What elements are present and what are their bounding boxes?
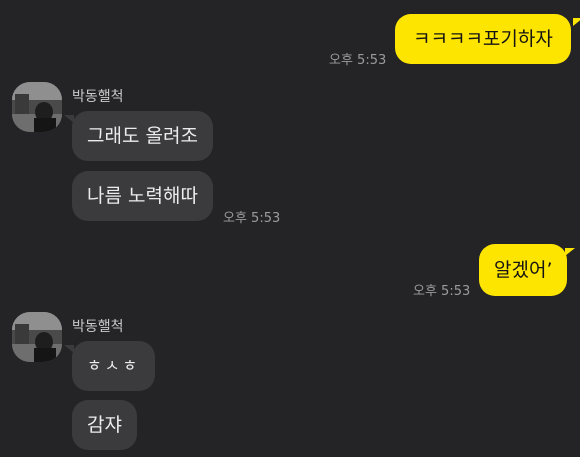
outgoing-message-bubble[interactable]: ㅋㅋㅋㅋ포기하자 [395,14,571,64]
bubble-tail [565,248,575,256]
sender-avatar[interactable] [12,82,62,132]
message-timestamp: 오후 5:53 [223,211,281,226]
sender-name: 박동핼척 [72,319,124,335]
profile-photo-icon [12,312,62,362]
incoming-message-bubble[interactable]: 그래도 올려조 [72,111,213,161]
message-text: 나름 노력해따 [87,184,198,207]
message-text: 그래도 올려조 [87,124,198,147]
sender-avatar[interactable] [12,312,62,362]
bubble-tail [573,18,580,26]
incoming-message-bubble[interactable]: 감쟈 [72,400,137,450]
message-text: 알겠어’ [494,258,553,281]
outgoing-message-bubble[interactable]: 알겠어’ [479,244,568,296]
bubble-tail [64,345,74,353]
incoming-message-bubble[interactable]: ㅎㅅㅎ [72,341,156,391]
message-timestamp: 오후 5:53 [329,53,387,68]
sender-name: 박동핼척 [72,89,124,105]
message-timestamp: 오후 5:53 [413,284,471,299]
message-text: 감쟈 [87,413,122,436]
profile-photo-icon [12,82,62,132]
message-text: ㅎㅅㅎ [87,356,141,375]
incoming-message-bubble[interactable]: 나름 노력해따 [72,171,213,221]
message-text: ㅋㅋㅋㅋ포기하자 [413,27,553,50]
bubble-tail [64,115,74,123]
